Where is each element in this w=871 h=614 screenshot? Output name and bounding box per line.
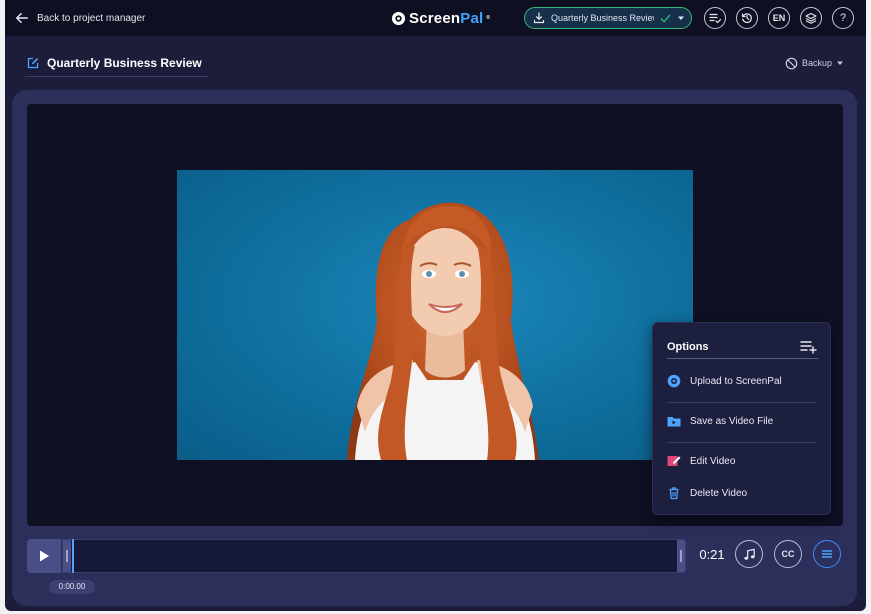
help-label: ?	[839, 12, 847, 24]
menu-divider	[667, 402, 816, 403]
back-label: Back to project manager	[37, 12, 146, 24]
delete-video-item[interactable]: Delete Video	[667, 479, 816, 507]
captions-button[interactable]: CC	[774, 540, 802, 568]
history-icon	[741, 13, 752, 24]
music-note-icon	[743, 548, 755, 560]
playlist-button[interactable]	[704, 7, 726, 29]
folder-video-icon	[667, 417, 681, 427]
project-title-row[interactable]: Quarterly Business Review	[27, 52, 202, 74]
menu-divider	[667, 442, 816, 443]
duration-label: 0:21	[699, 547, 725, 562]
edit-video-item[interactable]: Edit Video	[667, 447, 816, 475]
screenpal-logo: Screen Pal ®	[391, 9, 490, 27]
options-menu-button[interactable]	[813, 540, 841, 568]
hamburger-menu-icon	[821, 550, 833, 558]
grip-icon	[680, 550, 682, 562]
caret-down-icon	[837, 61, 843, 65]
check-icon	[660, 14, 671, 22]
project-save-pill[interactable]: Quarterly Business Review	[524, 7, 692, 29]
cc-label: CC	[781, 549, 795, 559]
download-icon	[533, 12, 545, 24]
upload-to-screenpal-item[interactable]: Upload to ScreenPal	[667, 367, 816, 395]
upload-label: Upload to ScreenPal	[690, 375, 782, 387]
language-button[interactable]: EN	[768, 7, 790, 29]
screenpal-logo-icon	[391, 11, 406, 25]
arrow-left-icon	[16, 12, 28, 24]
options-header: Options	[667, 335, 818, 359]
language-label: EN	[772, 13, 786, 23]
trim-handle-start[interactable]	[63, 540, 71, 572]
trim-handle-end[interactable]	[677, 540, 685, 572]
edit-video-label: Edit Video	[690, 455, 736, 467]
title-underline	[25, 76, 208, 77]
current-time-badge: 0:00.00	[49, 580, 95, 594]
caret-down-icon	[678, 16, 684, 20]
options-title: Options	[667, 340, 709, 353]
logo-registered-mark: ®	[486, 15, 491, 21]
edit-icon	[27, 57, 39, 69]
screenpal-app: Back to project manager Screen Pal ® Quart…	[5, 0, 866, 611]
backup-label: Backup	[801, 58, 832, 68]
logo-text-pal: Pal	[460, 9, 484, 27]
playlist-add-icon[interactable]	[800, 340, 818, 354]
edit-video-icon	[667, 456, 681, 466]
presenter-image	[347, 202, 539, 460]
save-video-label: Save as Video File	[690, 415, 774, 427]
project-pill-text: Quarterly Business Review	[551, 13, 654, 23]
grip-icon	[66, 550, 68, 562]
options-menu: Options Upload to ScreenPal Save as Vide…	[652, 322, 831, 515]
back-to-project-manager-link[interactable]: Back to project manager	[15, 10, 145, 26]
timeline-track[interactable]	[62, 539, 686, 573]
no-backup-icon	[785, 57, 798, 69]
music-button[interactable]	[735, 540, 763, 568]
playlist-check-icon	[709, 13, 721, 24]
layers-button[interactable]	[800, 7, 822, 29]
playhead[interactable]	[72, 539, 74, 573]
history-button[interactable]	[736, 7, 758, 29]
delete-video-label: Delete Video	[690, 487, 748, 499]
logo-text-screen: Screen	[409, 9, 461, 27]
layers-icon	[805, 12, 817, 24]
play-button[interactable]	[27, 539, 61, 573]
trash-icon	[669, 487, 679, 500]
top-bar: Back to project manager Screen Pal ® Quart…	[5, 0, 866, 36]
screenpal-upload-icon	[667, 374, 681, 388]
play-icon	[40, 550, 49, 562]
backup-dropdown[interactable]: Backup	[785, 56, 844, 70]
help-button[interactable]: ?	[832, 7, 854, 29]
video-preview[interactable]	[177, 170, 693, 460]
save-as-video-file-item[interactable]: Save as Video File	[667, 407, 816, 435]
page-title: Quarterly Business Review	[47, 56, 202, 70]
